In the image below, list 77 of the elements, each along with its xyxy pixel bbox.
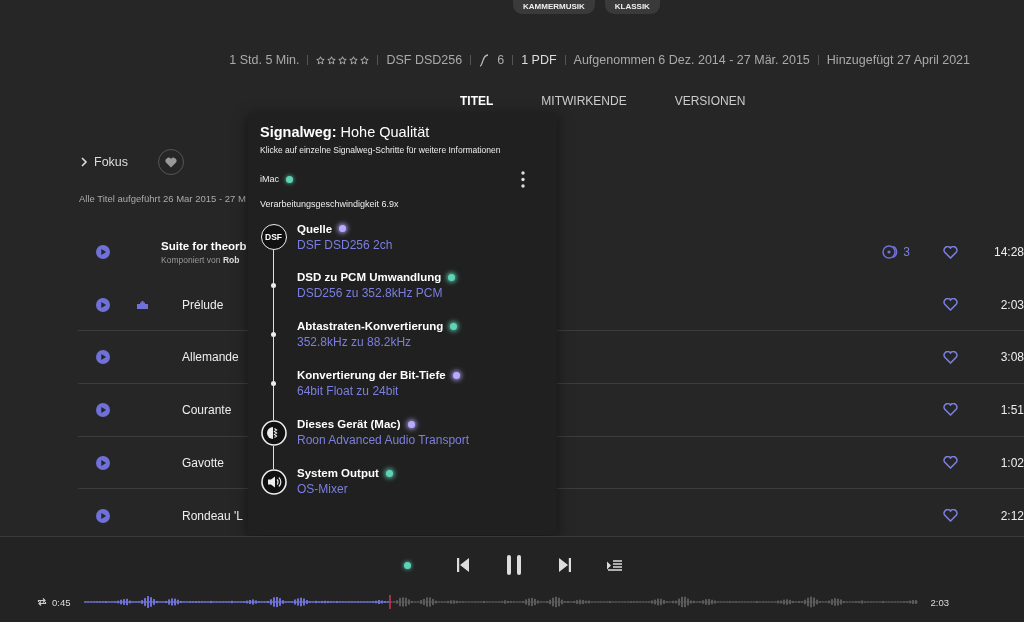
booklet-link[interactable]: 1 PDF <box>521 53 557 67</box>
composer-credit: Komponiert von Rob <box>161 254 240 265</box>
step-detail[interactable]: 64bit Float zu 24bit <box>297 384 460 398</box>
playhead[interactable] <box>388 595 391 609</box>
tab[interactable]: MITWIRKENDE <box>541 93 627 109</box>
album-duration: 1 Std. 5 Min. <box>229 53 300 67</box>
play-icon[interactable] <box>96 297 110 312</box>
heart-icon[interactable] <box>943 456 958 470</box>
play-icon[interactable] <box>96 455 110 470</box>
zone-name[interactable]: iMac <box>260 174 279 184</box>
date-added: Hinzugefügt 27 April 2021 <box>826 53 970 67</box>
chevron-icon <box>80 157 88 167</box>
tab[interactable]: TITEL <box>460 93 494 109</box>
recording-dates: Aufgenommen 6 Dez. 2014 - 27 Mär. 2015 <box>573 53 810 67</box>
step-detail[interactable]: Roon Advanced Audio Transport <box>297 433 470 447</box>
play-icon[interactable] <box>96 508 110 523</box>
track-title[interactable]: Gavotte <box>182 455 225 470</box>
step-detail[interactable]: DSD256 zu 352.8kHz PCM <box>297 286 456 300</box>
total-time: 2:03 <box>930 596 949 608</box>
step-title[interactable]: Quelle <box>297 222 333 235</box>
step-detail[interactable]: 352.8kHz zu 88.2kHz <box>297 335 458 349</box>
work-title[interactable]: Suite for theorb <box>161 239 247 252</box>
heart-icon[interactable] <box>943 403 958 417</box>
track-duration: 2:03 <box>999 297 1024 312</box>
step-dot[interactable] <box>271 381 276 386</box>
focus-button[interactable]: Fokus <box>80 155 129 169</box>
repeat-icon[interactable] <box>37 597 47 607</box>
tab[interactable]: VERSIONEN <box>674 93 746 109</box>
heart-icon <box>165 156 178 168</box>
work-duration: 14:28 <box>992 245 1024 260</box>
pause-icon[interactable] <box>506 555 522 575</box>
versions-count[interactable]: 3 <box>903 245 910 260</box>
step-title[interactable]: DSD zu PCM Umwandlung <box>297 271 442 283</box>
step-title[interactable]: Dieses Gerät (Mac) <box>297 418 401 430</box>
elapsed-time: 0:45 <box>52 596 71 608</box>
device-icon[interactable] <box>260 419 287 446</box>
heart-icon[interactable] <box>943 245 958 259</box>
audio-format: DSF DSD256 <box>386 53 463 67</box>
genre-tag[interactable]: KAMMERMUSIK <box>513 0 595 14</box>
heart-icon[interactable] <box>943 350 958 364</box>
quality-dot <box>286 175 293 183</box>
heart-icon[interactable] <box>943 298 958 312</box>
play-icon[interactable] <box>96 350 110 365</box>
track-duration: 2:12 <box>999 508 1024 523</box>
waveform-seek-bar[interactable] <box>83 595 918 609</box>
track-duration: 1:51 <box>999 402 1024 417</box>
track-duration: 3:08 <box>999 350 1024 365</box>
versions-count[interactable]: 6 <box>497 53 505 67</box>
quality-dot[interactable] <box>404 561 411 569</box>
source-badge[interactable]: DSF <box>260 224 287 250</box>
step-title[interactable]: Abtastraten-Konvertierung <box>297 320 444 332</box>
queue-icon[interactable] <box>607 559 622 571</box>
step-detail[interactable]: DSF DSD256 2ch <box>297 237 393 252</box>
versions-icon <box>479 53 490 67</box>
heart-icon[interactable] <box>943 509 958 523</box>
step-dot[interactable] <box>271 283 276 288</box>
track-duration: 1:02 <box>999 455 1024 470</box>
processing-speed: Verarbeitungsgeschwindigkeit 6.9x <box>260 199 400 209</box>
track-title[interactable]: Courante <box>182 402 232 417</box>
step-dot[interactable] <box>271 332 276 337</box>
popup-title: Signalweg: Hohe Qualität <box>260 124 431 140</box>
play-icon[interactable] <box>96 245 110 260</box>
track-title[interactable]: Allemande <box>182 350 239 365</box>
play-icon[interactable] <box>96 402 110 417</box>
disc-icon[interactable] <box>882 245 900 260</box>
rating-stars[interactable] <box>316 55 370 65</box>
next-icon[interactable] <box>558 558 571 572</box>
track-title[interactable]: Rondeau 'L <box>182 508 243 523</box>
step-title[interactable]: System Output <box>297 467 379 479</box>
popup-subtitle: Klicke auf einzelne Signalweg-Schritte für weitere Informationen <box>260 145 502 155</box>
more-icon[interactable] <box>521 170 525 188</box>
track-title[interactable]: Prélude <box>182 297 224 312</box>
previous-icon[interactable] <box>457 558 470 572</box>
step-detail[interactable]: OS-Mixer <box>297 482 393 496</box>
step-title[interactable]: Konvertierung der Bit-Tiefe <box>297 369 446 381</box>
genre-tag[interactable]: KLASSIK <box>604 0 660 14</box>
speaker-icon[interactable] <box>260 468 287 495</box>
